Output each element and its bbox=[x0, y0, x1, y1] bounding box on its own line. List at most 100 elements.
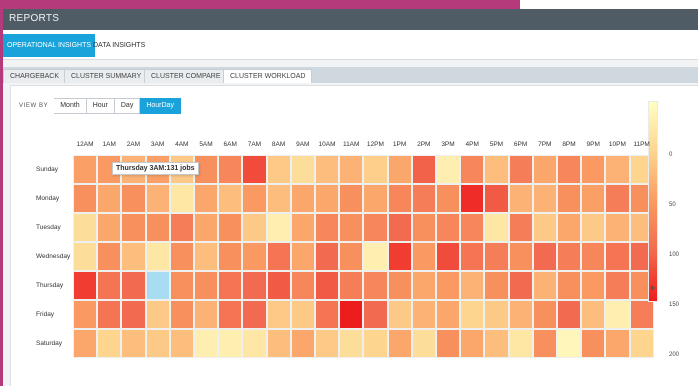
subtab-cluster-workload[interactable]: CLUSTER WORKLOAD bbox=[223, 69, 313, 83]
heatmap-cell[interactable] bbox=[581, 271, 606, 300]
heatmap-cell[interactable] bbox=[436, 242, 461, 271]
heatmap-cell[interactable] bbox=[145, 300, 170, 329]
heatmap-cell[interactable] bbox=[484, 155, 509, 184]
heatmap-cell[interactable] bbox=[266, 184, 291, 213]
heatmap-cell[interactable] bbox=[169, 300, 194, 329]
heatmap-cell[interactable] bbox=[436, 213, 461, 242]
heatmap-cell[interactable] bbox=[460, 242, 485, 271]
heatmap-cell[interactable] bbox=[218, 213, 243, 242]
heatmap-cell[interactable] bbox=[436, 184, 461, 213]
heatmap-cell[interactable] bbox=[242, 184, 267, 213]
heatmap-cell[interactable] bbox=[460, 184, 485, 213]
heatmap-cell[interactable] bbox=[508, 329, 533, 358]
heatmap-cell[interactable] bbox=[436, 271, 461, 300]
heatmap-cell[interactable] bbox=[97, 329, 122, 358]
heatmap-cell[interactable] bbox=[605, 155, 630, 184]
heatmap-cell[interactable] bbox=[581, 242, 606, 271]
heatmap-cell[interactable] bbox=[145, 329, 170, 358]
heatmap-cell[interactable] bbox=[460, 155, 485, 184]
heatmap-cell[interactable] bbox=[605, 213, 630, 242]
heatmap-cell[interactable] bbox=[169, 184, 194, 213]
heatmap-cell[interactable] bbox=[242, 300, 267, 329]
heatmap-cell[interactable] bbox=[411, 155, 436, 184]
heatmap-cell[interactable] bbox=[290, 155, 315, 184]
heatmap-cell[interactable] bbox=[411, 329, 436, 358]
subtab-cluster-summary[interactable]: CLUSTER SUMMARY bbox=[64, 69, 149, 83]
heatmap-cell[interactable] bbox=[242, 242, 267, 271]
heatmap-cell[interactable] bbox=[121, 184, 146, 213]
heatmap-cell[interactable] bbox=[169, 213, 194, 242]
heatmap-cell[interactable] bbox=[532, 213, 557, 242]
heatmap-cell[interactable] bbox=[387, 300, 412, 329]
heatmap-cell[interactable] bbox=[605, 242, 630, 271]
heatmap-cell[interactable] bbox=[436, 300, 461, 329]
heatmap-cell[interactable] bbox=[484, 271, 509, 300]
heatmap-cell[interactable] bbox=[121, 242, 146, 271]
heatmap-cell[interactable] bbox=[629, 300, 654, 329]
heatmap-cell[interactable] bbox=[290, 184, 315, 213]
tab-operational-insights[interactable]: OPERATIONAL INSIGHTS bbox=[3, 34, 96, 57]
heatmap-cell[interactable] bbox=[218, 184, 243, 213]
heatmap-cell[interactable] bbox=[315, 213, 340, 242]
heatmap-cell[interactable] bbox=[169, 271, 194, 300]
heatmap-cell[interactable] bbox=[581, 213, 606, 242]
heatmap-cell[interactable] bbox=[532, 155, 557, 184]
heatmap-cell[interactable] bbox=[387, 213, 412, 242]
heatmap-cell[interactable] bbox=[629, 329, 654, 358]
heatmap-cell[interactable] bbox=[508, 184, 533, 213]
heatmap-cell[interactable] bbox=[484, 213, 509, 242]
heatmap-cell[interactable] bbox=[194, 213, 219, 242]
heatmap-cell[interactable] bbox=[532, 184, 557, 213]
heatmap-cell[interactable] bbox=[557, 155, 582, 184]
heatmap-cell[interactable] bbox=[436, 155, 461, 184]
heatmap-cell[interactable] bbox=[557, 271, 582, 300]
heatmap-cell[interactable] bbox=[339, 329, 364, 358]
heatmap-cell[interactable] bbox=[411, 271, 436, 300]
heatmap-cell[interactable] bbox=[436, 329, 461, 358]
heatmap-cell[interactable] bbox=[484, 184, 509, 213]
heatmap-cell[interactable] bbox=[581, 184, 606, 213]
heatmap-cell[interactable] bbox=[508, 242, 533, 271]
heatmap-cell[interactable] bbox=[242, 329, 267, 358]
heatmap-cell[interactable] bbox=[266, 242, 291, 271]
heatmap-cell[interactable] bbox=[242, 213, 267, 242]
heatmap-cell[interactable] bbox=[121, 300, 146, 329]
heatmap-cell[interactable] bbox=[387, 184, 412, 213]
heatmap-cell[interactable] bbox=[145, 271, 170, 300]
heatmap-cell[interactable] bbox=[532, 271, 557, 300]
heatmap-cell[interactable] bbox=[121, 271, 146, 300]
heatmap-cell[interactable] bbox=[145, 242, 170, 271]
heatmap-cell[interactable] bbox=[218, 242, 243, 271]
heatmap-cell[interactable] bbox=[363, 271, 388, 300]
heatmap-cell[interactable] bbox=[315, 329, 340, 358]
heatmap-cell[interactable] bbox=[194, 242, 219, 271]
heatmap-cell[interactable] bbox=[508, 271, 533, 300]
heatmap-cell[interactable] bbox=[387, 155, 412, 184]
heatmap-cell[interactable] bbox=[387, 242, 412, 271]
heatmap-cell[interactable] bbox=[218, 155, 243, 184]
heatmap-cell[interactable] bbox=[339, 271, 364, 300]
heatmap-cell[interactable] bbox=[97, 184, 122, 213]
view-by-hour-button[interactable]: Hour bbox=[86, 98, 115, 114]
heatmap-cell[interactable] bbox=[290, 300, 315, 329]
subtab-cluster-compare[interactable]: CLUSTER COMPARE bbox=[144, 69, 228, 83]
heatmap-cell[interactable] bbox=[363, 329, 388, 358]
heatmap-cell[interactable] bbox=[145, 213, 170, 242]
heatmap-cell[interactable] bbox=[581, 300, 606, 329]
heatmap-cell[interactable] bbox=[363, 300, 388, 329]
heatmap-cell[interactable] bbox=[363, 213, 388, 242]
heatmap-cell[interactable] bbox=[460, 271, 485, 300]
heatmap-cell[interactable] bbox=[557, 242, 582, 271]
heatmap-cell[interactable] bbox=[508, 300, 533, 329]
heatmap-cell[interactable] bbox=[97, 242, 122, 271]
heatmap-cell[interactable] bbox=[290, 271, 315, 300]
heatmap-cell[interactable] bbox=[411, 213, 436, 242]
heatmap-cell[interactable] bbox=[605, 184, 630, 213]
heatmap-cell[interactable] bbox=[508, 155, 533, 184]
heatmap-cell[interactable] bbox=[339, 213, 364, 242]
heatmap-cell[interactable] bbox=[315, 155, 340, 184]
heatmap-cell[interactable] bbox=[532, 329, 557, 358]
tab-data-insights[interactable]: DATA INSIGHTS bbox=[89, 34, 149, 57]
heatmap-cell[interactable] bbox=[242, 271, 267, 300]
view-by-day-button[interactable]: Day bbox=[114, 98, 141, 114]
